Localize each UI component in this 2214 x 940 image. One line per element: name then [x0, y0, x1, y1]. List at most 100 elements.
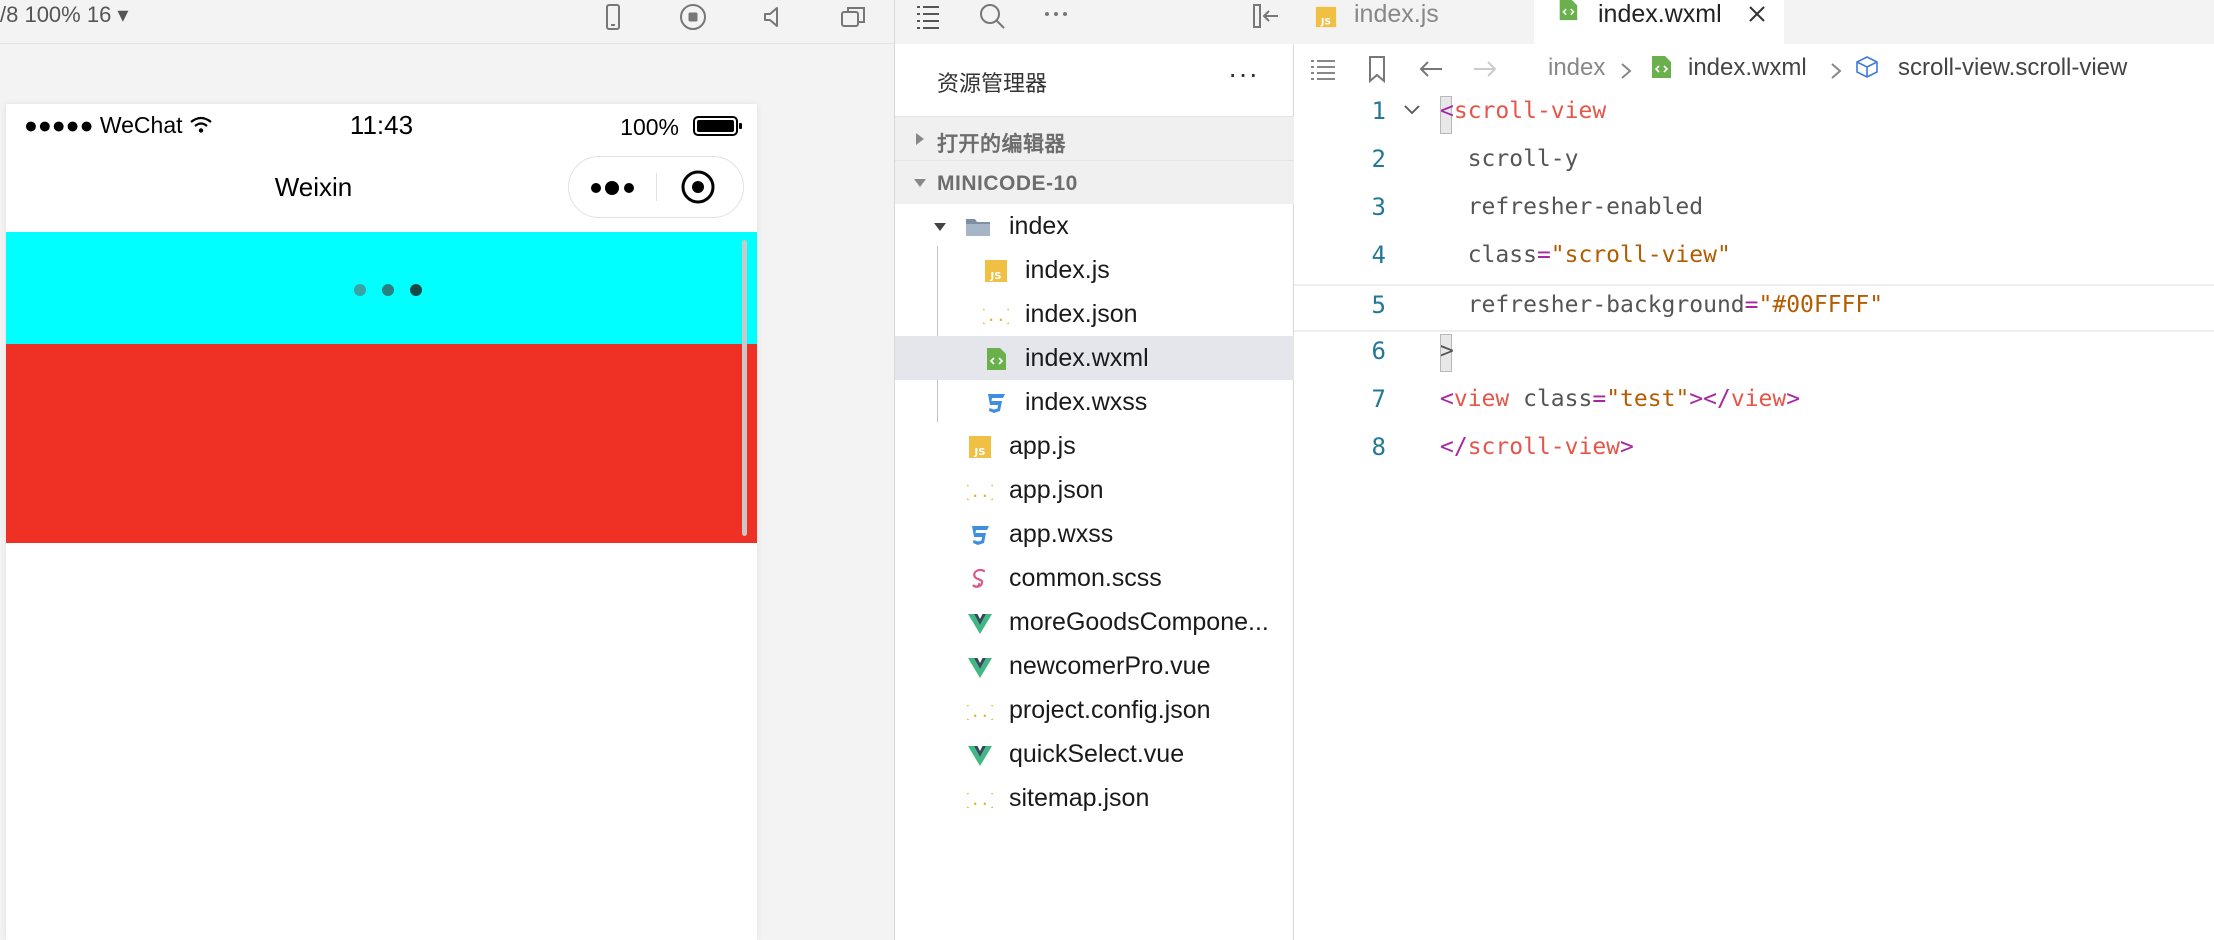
breadcrumb-symbol[interactable]: scroll-view.scroll-view [1898, 54, 2127, 82]
breadcrumb: index index.wxml scroll-view.scroll-view [1294, 44, 2214, 92]
forward-arrow-icon[interactable] [1470, 54, 1500, 84]
code-token: = [1592, 386, 1607, 412]
editor-tabs: JS index.js index.wxml [1294, 0, 2214, 44]
tree-file-project-config-json[interactable]: {..} project.config.json [895, 688, 1295, 732]
folder-icon [966, 219, 990, 236]
project-section[interactable]: MINICODE-10 [895, 160, 1295, 204]
simulator-pane: /8 100% 16 ▾ ●●●●● WeChat 11:43 100% Wei… [0, 0, 894, 940]
code-token: scroll-y [1440, 146, 1579, 172]
tab-index-wxml[interactable]: index.wxml [1534, 0, 1784, 44]
tree-item-label: app.wxss [1009, 520, 1114, 548]
chevron-down-icon [934, 223, 946, 231]
scrollbar[interactable] [742, 240, 747, 536]
close-icon[interactable] [1746, 3, 1768, 25]
explorer-pane: 资源管理器 ··· 打开的编辑器 MINICODE-10 index JS in… [894, 0, 1295, 940]
sass-file-icon [972, 568, 986, 588]
svg-text:JS: JS [974, 447, 986, 458]
css-file-icon [988, 394, 1005, 413]
json-file-icon: {..} [967, 790, 993, 809]
tree-item-label: index [1009, 212, 1069, 240]
tree-item-label: index.wxss [1025, 388, 1148, 416]
tree-item-label: common.scss [1009, 564, 1162, 592]
code-token: > [1440, 338, 1454, 364]
line-number: 3 [1371, 193, 1386, 221]
vue-file-icon [968, 746, 992, 766]
line-number: 6 [1371, 337, 1386, 365]
js-file-icon: JS [985, 260, 1007, 282]
explorer-header: 资源管理器 ··· [895, 44, 1295, 116]
json-file-icon: {..} [983, 306, 1009, 325]
list-icon[interactable] [913, 2, 943, 32]
tab-index-js[interactable]: JS index.js [1314, 0, 1464, 44]
tab-label: index.js [1354, 0, 1439, 28]
tree-item-label: project.config.json [1009, 696, 1211, 724]
svg-text:{..}: {..} [967, 482, 993, 501]
tree-file-app-wxss[interactable]: app.wxss [895, 512, 1295, 556]
breadcrumb-folder[interactable]: index [1548, 54, 1605, 82]
open-editors-label: 打开的编辑器 [937, 133, 1066, 156]
svg-text:JS: JS [990, 271, 1002, 282]
wxml-file-icon [1652, 56, 1671, 78]
code-token: > [1620, 434, 1634, 460]
stop-icon[interactable] [678, 2, 708, 32]
tree-file-index-js[interactable]: JS index.js [895, 248, 1295, 292]
tree-file-moregoods-vue[interactable]: moreGoodsCompone... [895, 600, 1295, 644]
device-zoom-selector[interactable]: /8 100% 16 ▾ [0, 2, 128, 28]
explorer-title: 资源管理器 [937, 71, 1048, 96]
test-view-block [6, 344, 757, 543]
open-editors-section[interactable]: 打开的编辑器 [895, 116, 1295, 160]
code-token: refresher-enabled [1440, 194, 1704, 220]
search-icon[interactable] [977, 2, 1007, 32]
tree-file-app-json[interactable]: {..} app.json [895, 468, 1295, 512]
ide-window: /8 100% 16 ▾ ●●●●● WeChat 11:43 100% Wei… [0, 0, 2214, 940]
explorer-more-button[interactable]: ··· [1228, 58, 1259, 90]
collapse-panel-icon[interactable] [1251, 2, 1281, 32]
simulator-toolbar: /8 100% 16 ▾ [0, 0, 894, 44]
vue-file-icon [968, 658, 992, 678]
json-file-icon: {..} [967, 482, 993, 501]
tree-file-index-wxml[interactable]: index.wxml [895, 336, 1295, 380]
code-token: = [1536, 242, 1551, 268]
line-number: 8 [1371, 433, 1386, 461]
more-icon[interactable] [1041, 2, 1071, 32]
tree-folder-index[interactable]: index [895, 204, 1295, 248]
tree-file-index-json[interactable]: {..} index.json [895, 292, 1295, 336]
breadcrumb-file[interactable]: index.wxml [1688, 54, 1807, 82]
volume-icon[interactable] [759, 2, 789, 32]
more-options-icon[interactable] [589, 177, 639, 199]
tree-item-label: sitemap.json [1009, 784, 1150, 812]
css-file-icon [972, 526, 989, 545]
code-line: 8 </scroll-view> [1294, 428, 2214, 476]
json-file-icon: {..} [967, 702, 993, 721]
code-token: refresher-background [1440, 292, 1745, 318]
back-arrow-icon[interactable] [1416, 54, 1446, 84]
code-token: "#00FFFF" [1758, 292, 1884, 318]
tree-file-common-scss[interactable]: common.scss [895, 556, 1295, 600]
bookmark-icon[interactable] [1362, 54, 1392, 84]
phone-icon[interactable] [598, 2, 628, 32]
line-number: 1 [1371, 97, 1386, 125]
code-token: > [1786, 386, 1801, 412]
fold-chevron-down-icon[interactable] [1402, 100, 1422, 120]
tree-file-app-js[interactable]: JS app.js [895, 424, 1295, 468]
tree-file-newcomerpro-vue[interactable]: newcomerPro.vue [895, 644, 1295, 688]
code-line-current: 5 refresher-background="#00FFFF" [1294, 284, 2214, 332]
loading-dots-icon [354, 284, 422, 296]
chevron-right-icon [1831, 63, 1842, 79]
code-area[interactable]: 1 <scroll-view 2 scroll-y 3 refresher-en… [1294, 92, 2214, 492]
wxml-file-icon [1559, 0, 1578, 21]
close-miniprogram-icon[interactable] [680, 169, 716, 205]
code-line: 4 class="scroll-view" [1294, 236, 2214, 284]
outline-list-icon[interactable] [1308, 54, 1338, 84]
js-file-icon: JS [969, 436, 991, 458]
tree-file-sitemap-json[interactable]: {..} sitemap.json [895, 776, 1295, 820]
tree-file-quickselect-vue[interactable]: quickSelect.vue [895, 732, 1295, 776]
tree-item-label: index.js [1025, 256, 1110, 284]
tree-item-label: app.js [1009, 432, 1076, 460]
code-token: scroll-view [1453, 98, 1607, 124]
explorer-toolbar [895, 0, 1295, 44]
svg-text:{..}: {..} [967, 790, 993, 809]
code-token: "test" [1606, 386, 1690, 412]
tree-file-index-wxss[interactable]: index.wxss [895, 380, 1295, 424]
new-window-icon[interactable] [838, 2, 868, 32]
